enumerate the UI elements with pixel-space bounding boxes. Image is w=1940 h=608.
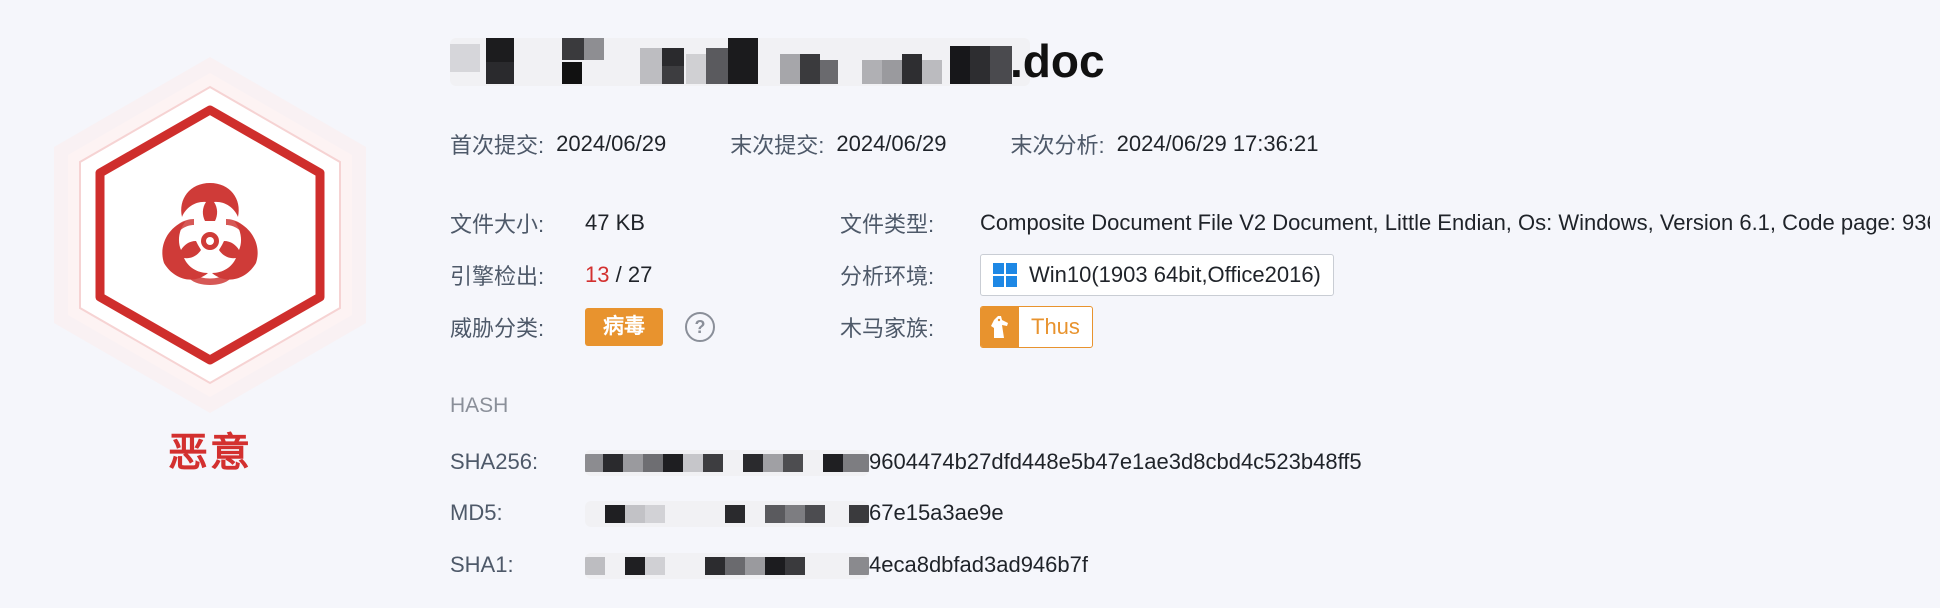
last-submit: 末次提交: 2024/06/29: [730, 128, 946, 160]
redacted-hash: [585, 552, 869, 579]
sha1-visible-part: 4eca8dbfad3ad946b7f: [869, 552, 1088, 578]
file-type-value: Composite Document File V2 Document, Lit…: [980, 210, 1930, 235]
first-submit-label: 首次提交:: [450, 133, 545, 158]
file-size-value: 47 KB: [585, 210, 645, 235]
engine-total-count: 27: [627, 262, 653, 287]
trojan-family-tag[interactable]: Thus: [980, 306, 1093, 348]
engine-separator: /: [609, 262, 628, 287]
first-submit: 首次提交: 2024/06/29: [450, 128, 666, 160]
verdict-panel: 恶意: [40, 55, 380, 495]
last-analysis: 末次分析: 2024/06/29 17:36:21: [1010, 128, 1318, 160]
verdict-hexagon: [50, 55, 370, 415]
biohazard-icon: [150, 175, 270, 295]
sha256-label: SHA256:: [450, 449, 539, 474]
sha256-value[interactable]: 9604474b27dfd448e5b47e1ae3d8cbd4c523b48f…: [585, 448, 1362, 476]
last-analysis-label: 末次分析:: [1010, 133, 1105, 158]
first-submit-value: 2024/06/29: [556, 131, 667, 156]
engine-detected-count: 13: [585, 262, 610, 287]
threat-class-label: 威胁分类:: [450, 316, 545, 341]
last-submit-label: 末次提交:: [730, 133, 825, 158]
file-extension: .doc: [1010, 35, 1105, 87]
analysis-env-value: Win10(1903 64bit,Office2016): [1029, 262, 1321, 287]
submission-meta: 首次提交: 2024/06/29 末次提交: 2024/06/29 末次分析: …: [450, 128, 1382, 160]
trojan-family-value: Thus: [1031, 314, 1080, 339]
last-submit-value: 2024/06/29: [836, 131, 947, 156]
hash-section-title: HASH: [450, 394, 509, 417]
threat-class-tag[interactable]: 病毒: [585, 308, 663, 346]
windows-icon: [993, 263, 1017, 287]
file-name: .doc: [450, 28, 1150, 98]
engine-detection-value: 13 / 27: [585, 262, 840, 288]
engine-detection-label: 引擎检出:: [450, 264, 545, 289]
md5-visible-part: 67e15a3ae9e: [869, 500, 1004, 526]
detail-row-engine-env: 引擎检出: 13 / 27 分析环境: Win10(1903 64bit,Off…: [450, 254, 1334, 296]
file-size-label: 文件大小:: [450, 212, 545, 237]
analysis-env-tag[interactable]: Win10(1903 64bit,Office2016): [980, 254, 1334, 296]
md5-value[interactable]: 67e15a3ae9e: [585, 499, 1004, 527]
hash-row-sha1: SHA1: 4eca8dbfad3ad946b7f: [450, 547, 1088, 583]
detail-row-threat-family: 威胁分类: 病毒 ? 木马家族: Thus: [450, 306, 1093, 348]
hash-row-md5: MD5: 67e15a3ae9e: [450, 495, 1004, 531]
analysis-env-label: 分析环境:: [840, 264, 935, 289]
sha256-visible-part: 9604474b27dfd448e5b47e1ae3d8cbd4c523b48f…: [869, 449, 1362, 475]
redacted-filename: [450, 38, 1030, 86]
last-analysis-value: 2024/06/29 17:36:21: [1116, 131, 1319, 156]
detail-row-size-type: 文件大小: 47 KB 文件类型: Composite Document Fil…: [450, 203, 1930, 243]
trojan-family-label: 木马家族:: [840, 316, 935, 341]
help-icon[interactable]: ?: [685, 312, 715, 342]
verdict-label: 恶意: [168, 431, 252, 475]
sha1-value[interactable]: 4eca8dbfad3ad946b7f: [585, 551, 1088, 579]
hash-row-sha256: SHA256: 9604474b27dfd448e5b47e1ae3d8cbd4…: [450, 444, 1362, 480]
trojan-horse-icon: [981, 307, 1019, 347]
file-type-label: 文件类型:: [840, 212, 935, 237]
redacted-hash: [585, 500, 869, 527]
redacted-hash: [585, 449, 869, 476]
md5-label: MD5:: [450, 500, 503, 525]
sha1-label: SHA1:: [450, 552, 514, 577]
